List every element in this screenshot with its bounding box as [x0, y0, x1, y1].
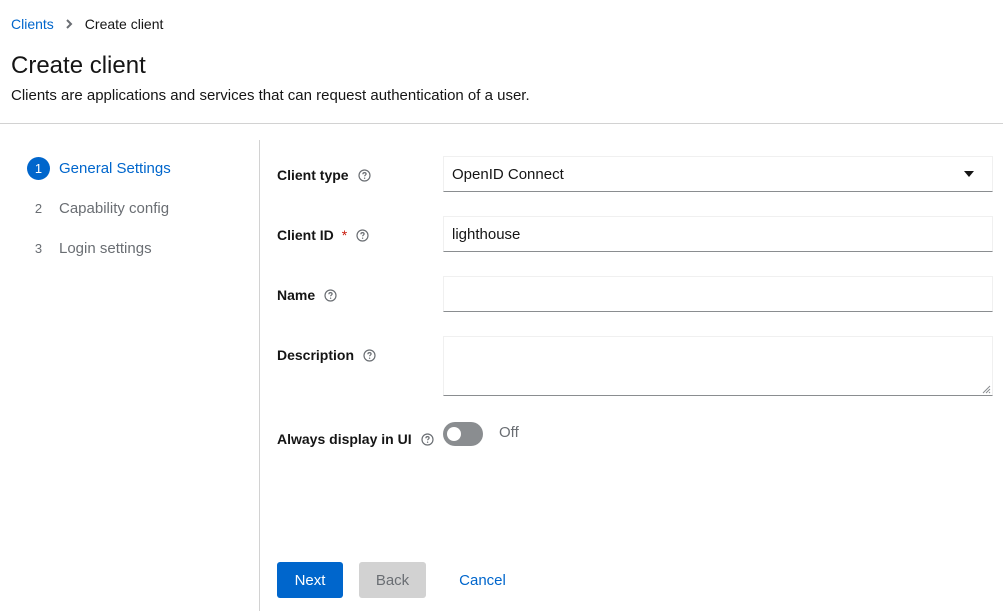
- breadcrumb-clients-link[interactable]: Clients: [11, 16, 54, 32]
- wizard-step-login-settings[interactable]: 3 Login settings: [27, 237, 152, 260]
- client-id-input[interactable]: [452, 225, 984, 243]
- step-number: 3: [34, 241, 43, 256]
- client-type-label: Client type: [277, 167, 371, 183]
- description-textarea[interactable]: [444, 337, 992, 395]
- wizard-step-capability-config[interactable]: 2 Capability config: [27, 197, 169, 220]
- help-icon[interactable]: [363, 348, 376, 362]
- form-row-name: Name: [277, 276, 993, 312]
- resize-grip-icon[interactable]: [981, 384, 991, 394]
- next-button[interactable]: Next: [277, 562, 343, 598]
- page-description: Clients are applications and services th…: [11, 87, 530, 104]
- name-label: Name: [277, 287, 337, 303]
- form-row-client-type: Client type OpenID Connect: [277, 156, 993, 192]
- client-id-label: Client ID *: [277, 227, 369, 243]
- form-row-description: Description: [277, 336, 993, 396]
- name-input[interactable]: [452, 285, 984, 303]
- step-label: Login settings: [59, 240, 152, 257]
- step-number: 2: [34, 201, 43, 216]
- client-id-label-text: Client ID: [277, 227, 334, 243]
- required-indicator: *: [341, 227, 348, 243]
- step-label: General Settings: [59, 160, 171, 177]
- toggle-knob: [447, 427, 461, 441]
- caret-down-icon: [964, 171, 974, 177]
- form-row-always-display: Always display in UI Off: [277, 422, 993, 450]
- back-button[interactable]: Back: [359, 562, 426, 598]
- always-display-label-text: Always display in UI: [277, 431, 412, 447]
- step-label: Capability config: [59, 200, 170, 217]
- toggle-state-label: Off: [499, 424, 519, 441]
- client-id-field[interactable]: [443, 216, 993, 252]
- form-row-client-id: Client ID *: [277, 216, 993, 252]
- name-field[interactable]: [443, 276, 993, 312]
- help-icon[interactable]: [357, 168, 371, 182]
- breadcrumb: Clients Create client: [11, 16, 163, 32]
- wizard-step-general-settings[interactable]: 1 General Settings: [27, 157, 171, 180]
- help-icon[interactable]: [421, 432, 434, 446]
- client-type-value: OpenID Connect: [452, 165, 564, 183]
- wizard-nav: 1 General Settings 2 Capability config 3…: [0, 140, 260, 611]
- cancel-button[interactable]: Cancel: [446, 562, 519, 598]
- help-icon[interactable]: [356, 228, 369, 242]
- step-number: 1: [27, 157, 50, 180]
- chevron-right-icon: [66, 19, 73, 29]
- help-icon[interactable]: [324, 288, 337, 302]
- description-label-text: Description: [277, 347, 355, 363]
- client-type-select[interactable]: OpenID Connect: [443, 156, 993, 192]
- always-display-label: Always display in UI: [277, 431, 434, 447]
- description-label: Description: [277, 347, 376, 363]
- page-title: Create client: [11, 52, 146, 79]
- name-label-text: Name: [277, 287, 316, 303]
- header-divider: [0, 123, 1003, 124]
- always-display-toggle[interactable]: [443, 422, 483, 446]
- client-type-label-text: Client type: [277, 167, 349, 183]
- breadcrumb-current: Create client: [84, 16, 164, 32]
- description-field[interactable]: [443, 336, 993, 396]
